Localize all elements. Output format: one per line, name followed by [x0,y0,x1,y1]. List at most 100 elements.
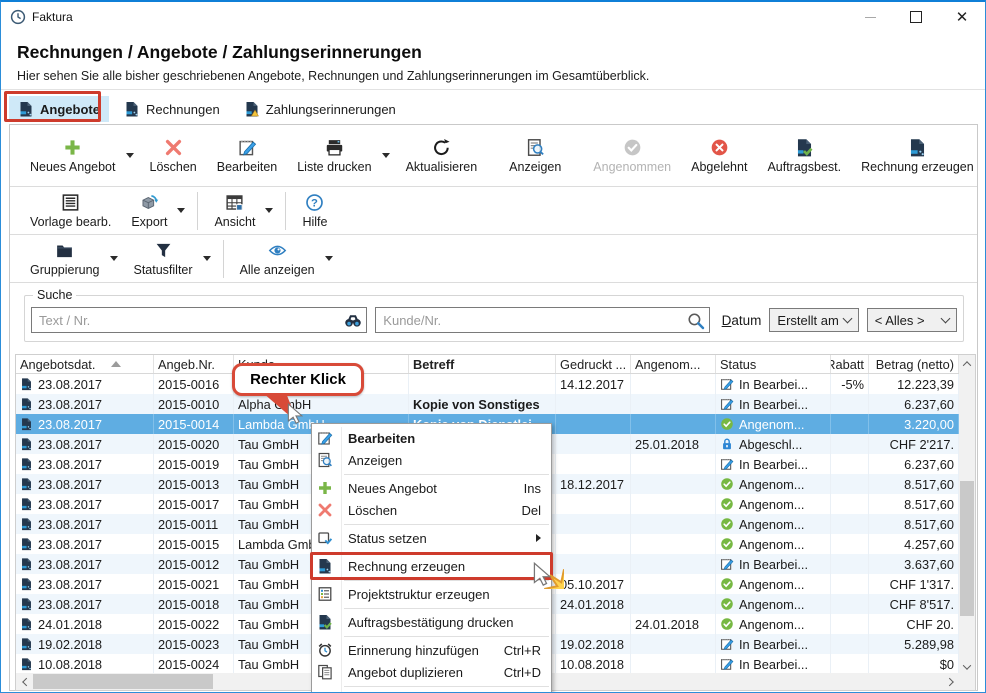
aktualisieren-button[interactable]: Aktualisieren [396,134,488,178]
liste-drucken-button[interactable]: Liste drucken [287,134,381,178]
datum-field-select[interactable]: Erstellt am [769,308,858,332]
cell-angebotnr: 2015-0020 [154,434,234,454]
context-menu-item[interactable]: Status setzen [312,527,551,549]
export-button[interactable]: Export [121,189,177,233]
vertical-scroll-thumb[interactable] [960,481,974,616]
column-header-angebotsdatum[interactable]: Angebotsdat. [16,355,154,373]
abgelehnt-button[interactable]: Abgelehnt [681,134,757,178]
cell-angenommen: 24.01.2018 [631,614,716,634]
neues-angebot-button[interactable]: Neues Angebot [20,134,126,178]
vorlage-bearb-button[interactable]: Vorlage bearb. [20,189,121,233]
cell-angebotnr: 2015-0013 [154,474,234,494]
table-view-icon [225,193,244,212]
toolbar-separator [223,240,224,278]
chevron-down-icon [842,314,852,324]
vertical-scrollbar[interactable] [959,355,975,675]
context-menu-item[interactable]: Projektstruktur erzeugen [312,583,551,605]
search-text-input[interactable] [32,308,366,332]
gruppierung-dropdown-arrow[interactable] [110,256,118,261]
maximize-button[interactable] [893,2,939,32]
context-menu-item[interactable]: Anzeigen [312,449,551,471]
alle-anzeigen-dropdown-arrow[interactable] [325,256,333,261]
column-header-angebotnr[interactable]: Angeb.Nr. [154,355,234,373]
datum-label: Datum [722,313,762,328]
cell-status: In Bearbei... [716,454,831,474]
context-menu-item[interactable]: Rechnung erzeugen [312,555,551,577]
cell-gedruckt: 19.02.2018 [556,634,631,654]
search-kunde-input[interactable] [376,308,708,332]
cell-gedruckt [556,514,631,534]
column-header-rabatt[interactable]: Rabatt [831,355,869,373]
rechnung-erzeugen-button[interactable]: Rechnung erzeugen [851,134,984,178]
cell-angenommen [631,654,716,674]
context-menu-item[interactable]: Angebot duplizieren Ctrl+D [312,661,551,683]
cell-angebotnr: 2015-0012 [154,554,234,574]
menu-item-icon [312,664,338,680]
angebot-doc-icon [20,657,33,671]
cell-status: In Bearbei... [716,374,831,394]
column-header-status[interactable]: Status [716,355,831,373]
horizontal-scroll-thumb[interactable] [33,674,213,689]
page-subtitle: Hier sehen Sie alle bisher geschriebenen… [17,69,649,83]
datum-range-select[interactable]: < Alles > [867,308,957,332]
plus-icon [63,138,82,157]
neues-angebot-dropdown-arrow[interactable] [126,153,134,158]
tab-angebote[interactable]: Angebote [9,96,109,122]
auftragsbest-button[interactable]: Auftragsbest. [757,134,851,178]
cell-gedruckt [556,414,631,434]
context-menu-item[interactable]: Bearbeiten [312,427,551,449]
table-row[interactable]: 23.08.2017 2015-0016 14.12.2017 In Bearb… [16,374,975,394]
export-dropdown-arrow[interactable] [177,208,185,213]
status-icon [720,457,734,471]
cell-angenommen [631,574,716,594]
ansicht-button[interactable]: Ansicht [204,189,265,233]
app-window: Faktura ✕ Rechnungen / Angebote / Zahlun… [0,0,986,693]
cell-status: Angenom... [716,534,831,554]
ansicht-dropdown-arrow[interactable] [265,208,273,213]
alle-anzeigen-button[interactable]: Alle anzeigen [230,237,325,281]
cell-angenommen [631,494,716,514]
tab-rechnungen[interactable]: Rechnungen [115,96,229,122]
close-button[interactable]: ✕ [939,2,985,32]
cell-angebotsdatum: 23.08.2017 [16,434,154,454]
tab-zahlungserinnerungen[interactable]: Zahlungserinnerungen [235,96,405,122]
context-menu-item[interactable]: Auftragsbestätigung drucken [312,611,551,633]
edit-icon [238,138,257,157]
loeschen-button[interactable]: Löschen [140,134,207,178]
column-header-betrag[interactable]: Betrag (netto) [869,355,959,373]
statusfilter-dropdown-arrow[interactable] [203,256,211,261]
scroll-right-button[interactable] [942,673,959,690]
cell-gedruckt: 14.12.2017 [556,374,631,394]
cell-angebotsdatum: 10.08.2018 [16,654,154,674]
cell-gedruckt: 05.10.2017 [556,574,631,594]
x-circle-icon [710,138,729,157]
context-menu-item[interactable]: Erinnerung hinzufügen Ctrl+R [312,639,551,661]
invoice-doc-icon [908,138,927,157]
liste-drucken-dropdown-arrow[interactable] [382,153,390,158]
column-header-betreff[interactable]: Betreff [409,355,556,373]
anzeigen-button[interactable]: Anzeigen [499,134,571,178]
table-row[interactable]: 23.08.2017 2015-0010 Alpha GmbH Kopie vo… [16,394,975,414]
scroll-up-button[interactable] [959,355,975,372]
toolbar-row-2: Vorlage bearb. Export Ansicht Hilfe [10,187,977,235]
column-header-gedruckt[interactable]: Gedruckt ... [556,355,631,373]
column-header-angenommen[interactable]: Angenom... [631,355,716,373]
sort-ascending-icon [111,361,121,367]
angebot-doc-icon [20,557,33,571]
context-menu-item[interactable]: Löschen Del [312,499,551,521]
context-menu-item[interactable]: Neues Angebot Ins [312,477,551,499]
gruppierung-button[interactable]: Gruppierung [20,237,110,281]
cell-gedruckt [556,394,631,414]
angebot-doc-icon [20,477,33,491]
cell-rabatt [831,494,869,514]
hilfe-button[interactable]: Hilfe [292,189,337,233]
menu-separator [344,580,549,581]
cell-gedruckt [556,614,631,634]
bearbeiten-button[interactable]: Bearbeiten [207,134,287,178]
scroll-left-button[interactable] [16,673,33,690]
minimize-button[interactable] [847,2,893,32]
cell-gedruckt [556,454,631,474]
context-menu-item[interactable] [312,689,551,693]
filter-funnel-icon [154,241,173,260]
statusfilter-button[interactable]: Statusfilter [124,237,203,281]
